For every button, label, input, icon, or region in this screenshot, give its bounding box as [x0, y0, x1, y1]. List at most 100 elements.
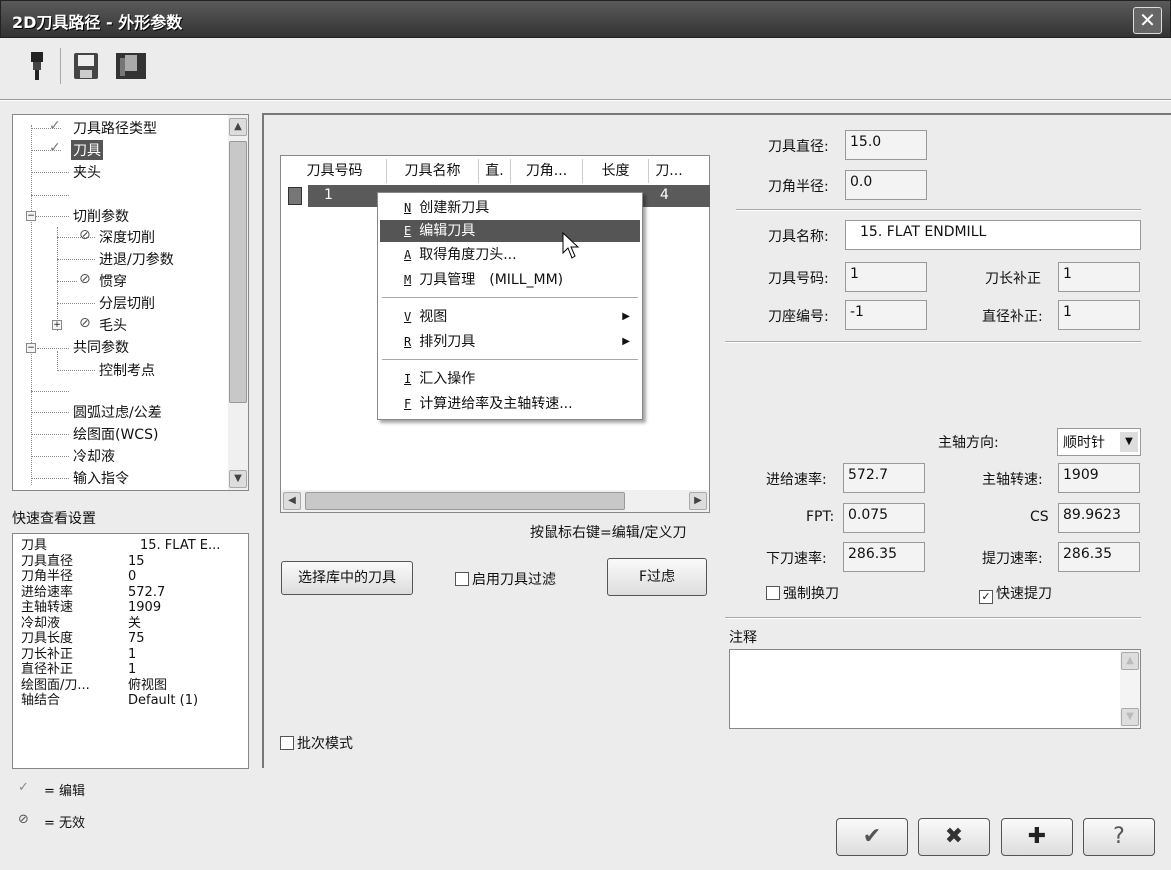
cancel-button[interactable]: ✖ [918, 818, 990, 856]
tool-number-field[interactable]: 1 [845, 262, 927, 292]
qv-value: 15. FLAT E... [140, 538, 221, 553]
corner-radius-field[interactable]: 0.0 [845, 170, 927, 200]
qv-key: 绘图面/刀... [21, 677, 90, 693]
head-number-label: 刀座编号: [768, 309, 829, 325]
menu-import-operation[interactable]: I 汇入操作 [380, 368, 640, 390]
qv-value: 俯视图 [128, 677, 168, 693]
scroll-down-icon[interactable]: ▼ [229, 470, 247, 488]
head-number-field[interactable]: -1 [845, 300, 927, 330]
tree-item-lead-in-out[interactable]: 进退/刀参数 [99, 249, 174, 269]
scroll-up-icon[interactable]: ▲ [1121, 652, 1139, 670]
ok-button[interactable]: ✔ [836, 818, 908, 856]
feed-rate-field[interactable]: 572.7 [843, 463, 925, 493]
qv-key: 主轴转速 [21, 600, 74, 615]
spindle-direction-select[interactable]: 顺时针 ▼ [1057, 428, 1141, 456]
qv-key: 刀具长度 [21, 631, 74, 646]
tool-holder-icon[interactable] [24, 50, 50, 82]
quickview-title: 快速查看设置 [12, 511, 96, 527]
plunge-rate-field[interactable]: 286.35 [843, 542, 925, 572]
add-button[interactable]: ✚ [1001, 818, 1073, 856]
force-tool-change-checkbox[interactable]: 强制换刀 [766, 583, 839, 603]
tree-scrollbar[interactable]: ▲ ▼ [228, 115, 248, 490]
tree-item-cut-params[interactable]: 切削参数 [73, 206, 129, 226]
diameter-offset-field[interactable]: 1 [1058, 300, 1140, 330]
menu-tool-manager[interactable]: M 刀具管理 (MILL_MM) [380, 269, 640, 291]
collapse-icon[interactable]: − [26, 343, 36, 353]
menu-sort-tools[interactable]: R 排列刀具 ▶ [380, 331, 640, 353]
filter-button[interactable]: F过虑 [607, 558, 707, 596]
menu-create-tool[interactable]: N 创建新刀具 [380, 197, 640, 219]
collapse-icon[interactable]: − [26, 211, 36, 221]
diameter-field[interactable]: 15.0 [845, 130, 927, 160]
scroll-thumb[interactable] [229, 141, 247, 403]
plunge-rate-label: 下刀速率: [766, 551, 827, 567]
save-as-icon[interactable] [115, 50, 147, 82]
tree-item-holder[interactable]: 夹头 [73, 162, 101, 182]
cs-field[interactable]: 89.9623 [1058, 503, 1140, 533]
scroll-left-icon[interactable]: ◀ [283, 492, 301, 510]
expand-icon[interactable]: + [52, 320, 62, 330]
qv-value: Default (1) [128, 693, 199, 708]
qv-value: 1 [128, 662, 137, 677]
diameter-label: 刀具直径: [768, 139, 829, 155]
tree-item-linking-params[interactable]: 共同参数 [73, 337, 129, 357]
legend-edit: = 编辑 [44, 784, 86, 799]
tree-item-misc-values[interactable]: 输入指令 [73, 468, 129, 488]
disabled-icon: ⊘ [79, 271, 91, 287]
rapid-retract-checkbox[interactable]: ✓ 快速提刀 [979, 583, 1052, 604]
scroll-thumb[interactable] [305, 492, 625, 510]
tool-number-label: 刀具号码: [768, 271, 829, 287]
disabled-icon: ⊘ [18, 812, 29, 827]
tree-item-tabs[interactable]: 毛头 [99, 315, 127, 335]
select-library-tool-button[interactable]: 选择库中的刀具 [281, 561, 413, 595]
qv-key: 刀角半径 [21, 569, 74, 584]
qv-key: 冷却液 [21, 615, 61, 631]
tool-name-field[interactable]: 15. FLAT ENDMILL [845, 220, 1141, 250]
tree-item-depth-cuts[interactable]: 深度切削 [99, 227, 155, 247]
col-diameter[interactable]: 直. [479, 159, 511, 183]
comment-scrollbar[interactable]: ▲ ▼ [1120, 650, 1140, 728]
submenu-arrow-icon: ▶ [622, 311, 630, 322]
menu-view[interactable]: V 视图 ▶ [380, 306, 640, 328]
tool-list-hscrollbar[interactable]: ◀ ▶ [281, 490, 709, 512]
comment-textarea[interactable]: ▲ ▼ [729, 649, 1141, 729]
context-menu: N 创建新刀具 E 编辑刀具 A 取得角度刀头... M 刀具管理 (MILL_MM) … [377, 192, 643, 420]
tree-item-home-points[interactable]: 控制考点 [99, 360, 155, 380]
tree-item-multi-passes[interactable]: 分层切削 [99, 293, 155, 313]
scroll-down-icon[interactable]: ▼ [1121, 708, 1139, 726]
retract-rate-field[interactable]: 286.35 [1058, 542, 1140, 572]
col-tool-number[interactable]: 刀具号码 [283, 159, 387, 183]
menu-edit-tool[interactable]: E 编辑刀具 [380, 220, 640, 242]
tool-name-label: 刀具名称: [768, 229, 829, 245]
length-offset-label: 刀长补正 [985, 271, 1041, 287]
menu-get-angle-head[interactable]: A 取得角度刀头... [380, 244, 640, 266]
spindle-speed-field[interactable]: 1909 [1058, 463, 1140, 493]
close-button[interactable]: ✕ [1133, 7, 1162, 34]
quickview-panel: 刀具 15. FLAT E... 刀具直径 15 刀角半径 0 进给速率 572.7 主… [12, 533, 249, 769]
length-offset-field[interactable]: 1 [1058, 262, 1140, 292]
help-button[interactable]: ? [1083, 818, 1155, 856]
tree-item-arc-filter[interactable]: 圆弧过虑/公差 [73, 402, 162, 422]
col-tool-name[interactable]: 刀具名称 [387, 159, 479, 183]
scroll-up-icon[interactable]: ▲ [229, 118, 247, 136]
tree-item-break-through[interactable]: 惯穿 [99, 271, 127, 291]
tree-item-toolpath-type[interactable]: 刀具路径类型 [73, 118, 157, 138]
enable-tool-filter-checkbox[interactable]: 启用刀具过滤 [455, 569, 556, 589]
scroll-right-icon[interactable]: ▶ [689, 492, 707, 510]
qv-value: 关 [128, 615, 142, 631]
save-icon[interactable] [73, 50, 99, 82]
col-corner-radius[interactable]: 刀角... [511, 159, 583, 183]
col-flutes[interactable]: 刀... [649, 159, 689, 183]
spindle-speed-label: 主轴转速: [982, 472, 1043, 488]
qv-key: 刀长补正 [21, 646, 74, 662]
tree-item-tool[interactable]: 刀具 [71, 140, 103, 160]
fpt-field[interactable]: 0.075 [843, 503, 925, 533]
tree-item-planes[interactable]: 绘图面(WCS) [73, 424, 158, 444]
parameter-tree[interactable]: ✓ 刀具路径类型 ✓ 刀具 夹头 − 切削参数 ⊘ 深度切削 进退/刀参数 ⊘ 惯穿 分层… [12, 114, 249, 491]
disabled-icon: ⊘ [79, 227, 91, 243]
tree-item-coolant[interactable]: 冷却液 [73, 446, 115, 466]
col-length[interactable]: 长度 [583, 159, 649, 183]
disabled-icon: ⊘ [79, 315, 91, 331]
batch-mode-checkbox[interactable]: 批次模式 [280, 733, 353, 753]
menu-calc-feeds-speeds[interactable]: F 计算进给率及主轴转速... [380, 393, 640, 415]
